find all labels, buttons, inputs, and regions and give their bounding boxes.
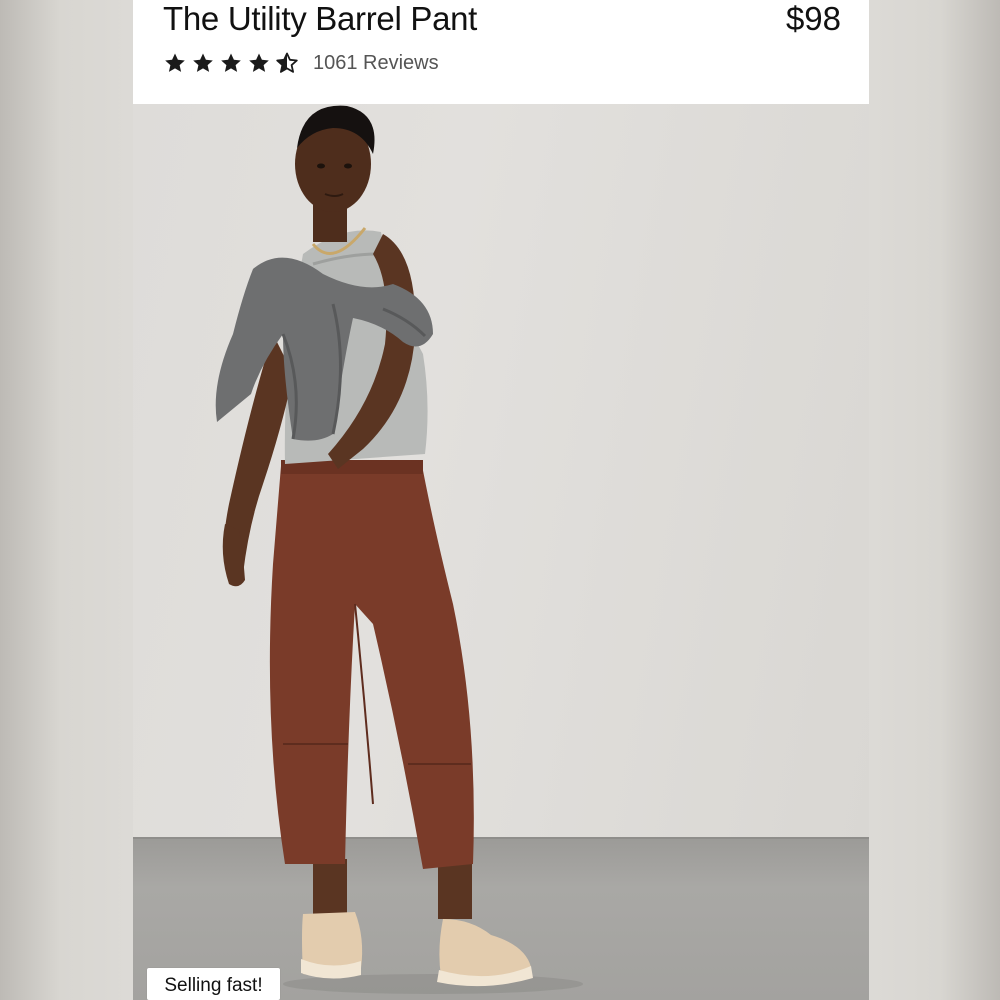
star-full-icon: [221, 53, 241, 72]
star-full-icon: [165, 53, 185, 72]
star-full-icon: [193, 53, 213, 72]
rating-row[interactable]: 1061 Reviews: [163, 50, 439, 76]
product-image[interactable]: Selling fast!: [133, 104, 869, 1000]
selling-fast-badge: Selling fast!: [147, 968, 280, 1000]
product-title[interactable]: The Utility Barrel Pant: [163, 0, 477, 38]
product-card: The Utility Barrel Pant $98 1061 Reviews: [133, 0, 869, 1000]
product-header: The Utility Barrel Pant $98 1061 Reviews: [133, 0, 869, 104]
model-illustration: [215, 105, 583, 994]
star-rating: [163, 51, 299, 75]
product-price: $98: [785, 0, 841, 37]
star-full-icon: [249, 53, 269, 72]
star-half-icon: [276, 52, 298, 73]
reviews-count-link[interactable]: 1061 Reviews: [313, 50, 439, 76]
